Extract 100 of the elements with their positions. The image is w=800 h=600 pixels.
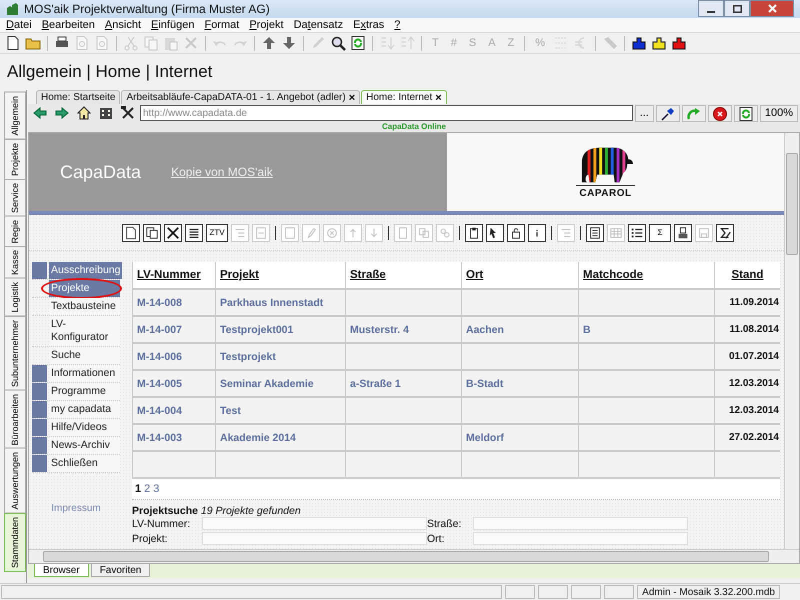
menu-item[interactable]: Bearbeiten [38,18,101,32]
toolbar-button[interactable] [164,224,182,242]
document-tab[interactable]: Arbeitsabläufe-CapaDATA-01 - 1. Angebot (adler) × [121,90,360,104]
toolbar-button[interactable] [185,224,203,242]
table-cell: Testprojekt001 [215,315,345,342]
menu-item[interactable]: ? [390,18,406,32]
side-tab[interactable]: Logistik [4,278,26,317]
pin-button[interactable] [656,104,680,122]
breadcrumb-title: Allgemein | Home | Internet [6,61,214,83]
menu-item[interactable]: Einfügen [147,18,200,32]
status-info: Admin - Mosaik 3.32.200.mdb [637,585,780,599]
side-tab[interactable]: Allgemein [4,92,26,140]
maximize-button[interactable] [724,0,750,17]
column-header[interactable]: Stand [732,269,764,281]
toolbar-button[interactable] [674,224,692,242]
nav-subitem[interactable]: Projekte [49,280,120,297]
app-icon [4,1,20,17]
nav-item[interactable]: News-Archiv [49,437,120,454]
menu-item[interactable]: Datei [2,18,38,32]
puzzle-icon [631,35,648,51]
nav-item[interactable]: Informationen [49,365,120,382]
input-field[interactable] [473,532,688,545]
status-panel [604,585,634,599]
nav-item[interactable]: Hilfe/Videos [49,419,120,436]
tab-close-button[interactable]: × [435,92,442,102]
toolbar-button[interactable] [628,224,646,242]
brand-text: CapaData [60,162,142,182]
stop-button[interactable] [708,104,732,122]
field-label: Ort: [427,532,446,544]
nav-subitem[interactable]: Suche [49,347,120,364]
menu-item[interactable]: Extras [349,18,390,32]
input-field[interactable] [202,517,427,530]
nav-subitem[interactable]: Textbausteine [49,298,120,315]
toolbar-button[interactable]: ZTV [206,224,228,242]
column-header[interactable]: LV-Nummer [137,269,201,281]
toolbar-button[interactable] [143,224,161,242]
bottom-tab[interactable]: Favoriten [90,564,150,577]
arrow-right-icon [54,105,70,121]
side-tab[interactable]: Regie [4,216,26,248]
refresh-icon [350,35,366,51]
save-icon [697,226,711,240]
column-header[interactable]: Projekt [220,269,259,281]
menu-item[interactable]: Ansicht [100,18,148,32]
side-tab[interactable]: Stammdaten [4,512,26,572]
table-cell: 01.07.2014 [714,342,780,369]
nav-item[interactable]: my capadata [49,401,120,418]
side-tab[interactable]: Kasse [4,246,26,280]
toolbar-button[interactable] [465,224,483,242]
toolbar-button[interactable] [716,224,734,242]
menu-item[interactable]: Format [200,18,246,32]
bottom-tab[interactable]: Browser [34,564,89,577]
home-icon [76,105,92,121]
tab-close-button[interactable]: × [348,92,356,102]
input-field[interactable] [473,517,688,530]
refresh-button[interactable] [734,104,758,122]
side-tab[interactable]: Büroarbeiten [4,390,26,450]
home-button[interactable] [74,105,94,121]
toolbar-button[interactable] [122,224,140,242]
table-cell: a-Straße 1 [345,369,461,396]
nav-item[interactable]: Schließen [49,455,120,472]
toolbar-button[interactable] [507,224,525,242]
table-cell: 12.03.2014 [714,396,780,423]
status-panel [571,585,602,599]
column-header[interactable]: Straße [350,269,386,281]
column-header[interactable]: Matchcode [583,269,644,281]
nav-item[interactable]: Programme [49,383,120,400]
pin-icon [660,106,676,122]
arrow-left-icon [32,105,48,121]
toolbar-button[interactable]: Σ [649,224,671,242]
nav-subitem[interactable]: LV-Konfigurator [49,316,120,346]
more-button[interactable]: ... [634,104,654,122]
side-tab[interactable]: Subunternehmer [4,316,26,391]
side-tab[interactable]: Auswertungen [4,448,26,514]
page-link[interactable]: 2 [144,483,150,495]
table-cell: M-14-006 [132,342,215,369]
input-field[interactable] [202,532,427,545]
side-tab[interactable]: Service [4,178,26,217]
page-link[interactable]: 3 [153,483,160,495]
horizontal-scrollbar[interactable] [29,549,799,563]
menu-item[interactable]: Datensatz [290,18,350,32]
nav-marker [32,383,47,400]
table-cell: Parkhaus Innenstadt [215,288,345,315]
document-tab[interactable]: Home: Startseite [36,90,120,104]
nav-item[interactable]: Ausschreibung [49,262,122,279]
toolbar-button[interactable] [486,224,504,242]
close-button[interactable] [750,0,794,17]
document-tab[interactable]: Home: Internet × [361,90,447,104]
column-header[interactable]: Ort [466,269,484,281]
table-cell: Musterstr. 4 [345,315,461,342]
grid-icon [609,226,623,240]
minimize-button[interactable] [698,0,724,17]
zoom-button[interactable]: 100% [760,104,798,122]
toolbar-button[interactable] [528,224,546,242]
url-field[interactable]: http://www.capadata.de [140,105,633,121]
menu-item[interactable]: Projekt [245,18,290,32]
vertical-scrollbar[interactable] [784,133,799,549]
status-text: CapaData Online [382,122,446,131]
page-link[interactable]: 1 [135,483,142,495]
side-tab[interactable]: Projekte [4,138,26,180]
toolbar-button[interactable] [586,224,604,242]
